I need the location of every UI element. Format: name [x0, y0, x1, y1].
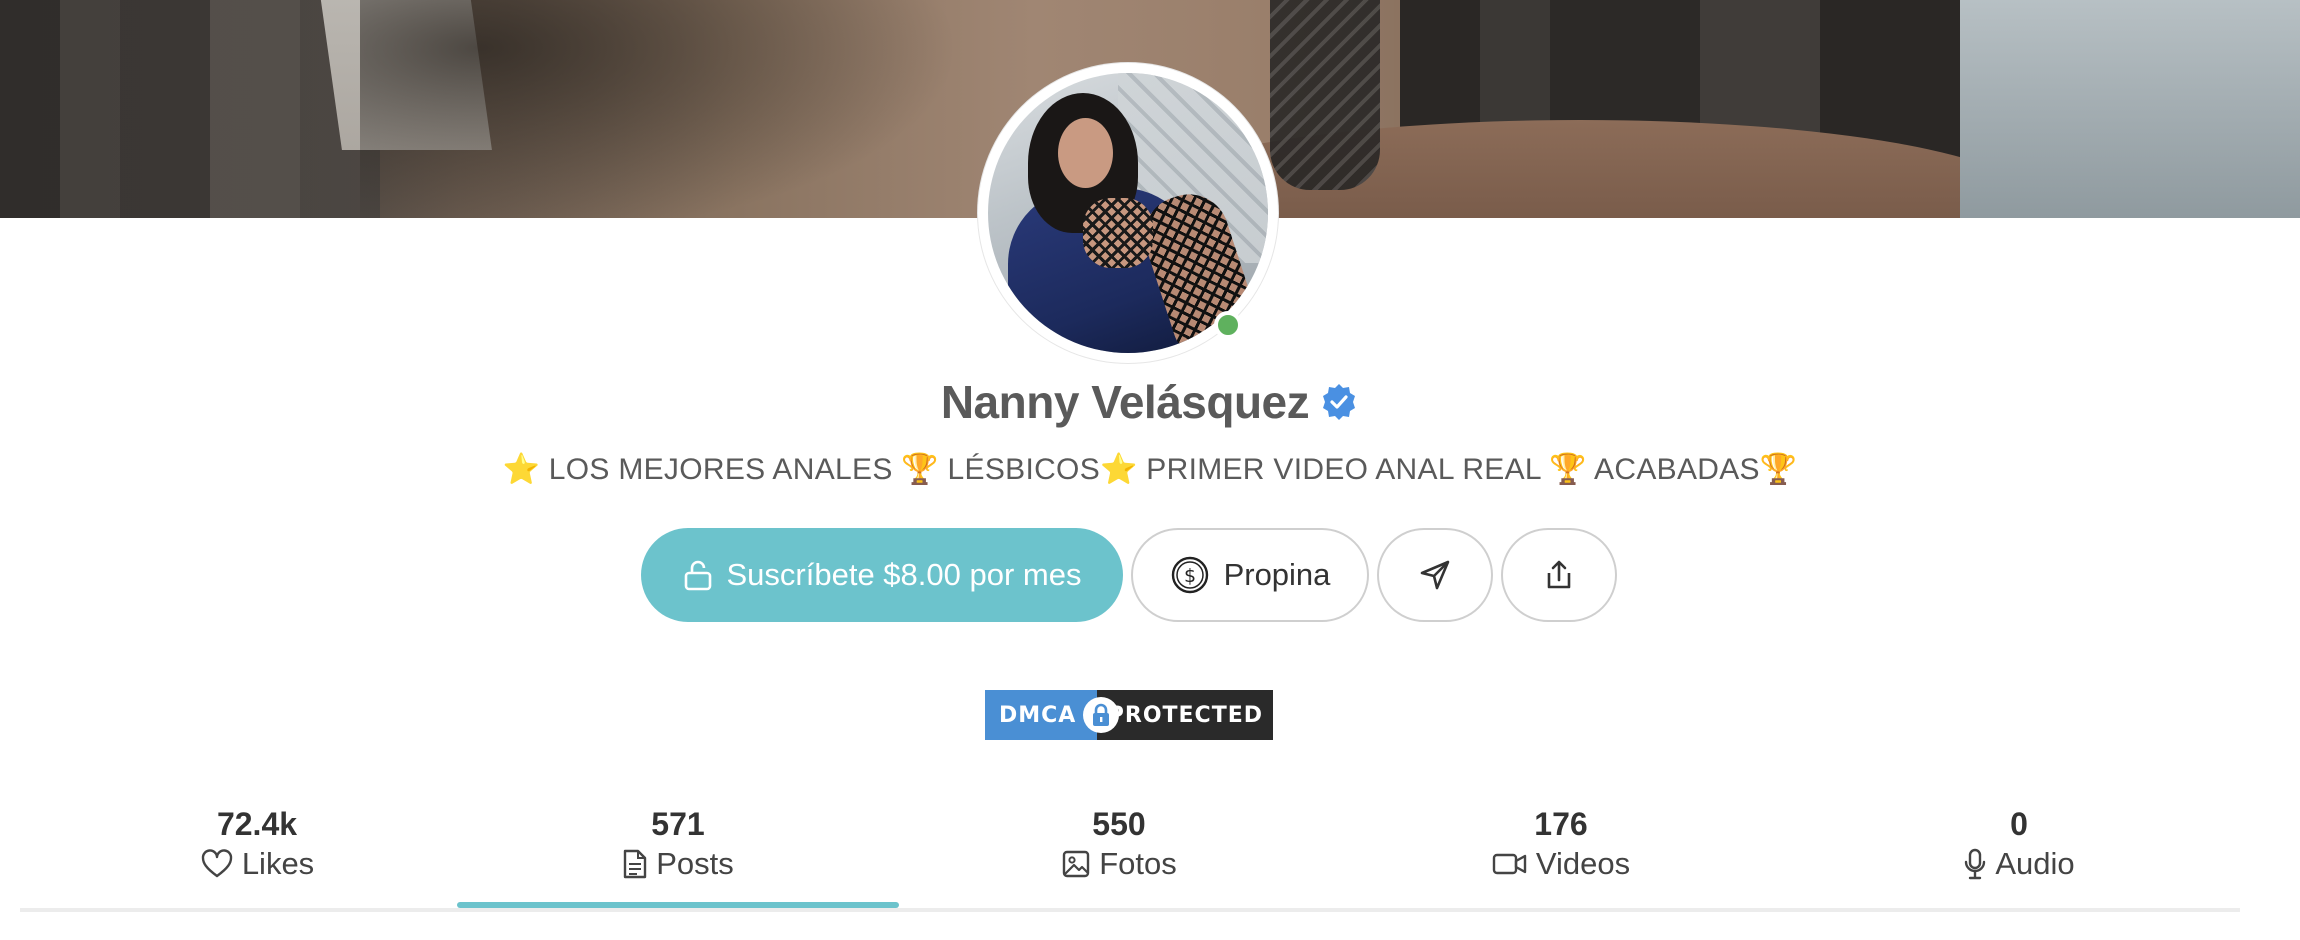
lock-icon [1083, 697, 1119, 733]
videos-label: Videos [1535, 846, 1631, 881]
tab-videos[interactable]: 176 Videos [1340, 800, 1782, 908]
posts-count: 571 [651, 806, 705, 842]
protected-label: PROTECTED [1097, 690, 1273, 740]
cover-window [1960, 0, 2300, 218]
profile-stats-tabs: 72.4k Likes 571 Posts 550 Fotos 176 Vide… [20, 800, 2240, 912]
likes-count: 72.4k [216, 806, 298, 842]
videos-label-row: Videos [1340, 846, 1782, 882]
videos-count: 176 [1534, 806, 1588, 842]
audio-count: 0 [2010, 806, 2028, 842]
profile-name-row: Nanny Velásquez [0, 372, 2300, 432]
profile-bio: ⭐️ LOS MEJORES ANALES 🏆 LÉSBICOS⭐️ PRIME… [502, 453, 1798, 486]
posts-label-row: Posts [457, 846, 899, 882]
tab-audio[interactable]: 0 Audio [1798, 800, 2240, 908]
profile-name: Nanny Velásquez [940, 376, 1310, 428]
message-button[interactable] [1377, 528, 1493, 622]
tip-button[interactable]: $ Propina [1131, 528, 1369, 622]
likes-label-row: Likes [36, 846, 478, 882]
tab-posts[interactable]: 571 Posts [457, 800, 899, 908]
share-button[interactable] [1501, 528, 1617, 622]
tip-label: Propina [1223, 557, 1331, 592]
svg-text:$: $ [1184, 565, 1196, 587]
dmca-protected-badge[interactable]: DMCA PROTECTED [985, 690, 1273, 740]
video-camera-icon [1492, 853, 1527, 875]
avatar-top [1083, 198, 1153, 268]
subscribe-label: Suscríbete $8.00 por mes [726, 557, 1082, 592]
cover-shadow [360, 0, 960, 218]
likes-label: Likes [241, 846, 315, 881]
document-icon [624, 849, 647, 879]
tab-fotos[interactable]: 550 Fotos [898, 800, 1340, 908]
subscribe-button[interactable]: Suscríbete $8.00 por mes [641, 528, 1123, 622]
tabs-divider [20, 908, 2240, 912]
dollar-coin-icon: $ [1171, 556, 1208, 594]
heart-icon [201, 849, 233, 878]
audio-label-row: Audio [1798, 846, 2240, 882]
tab-likes[interactable]: 72.4k Likes [36, 800, 478, 908]
send-message-icon [1420, 560, 1450, 590]
cover-wall-left [0, 0, 380, 218]
posts-label: Posts [656, 846, 734, 881]
fotos-count: 550 [1092, 806, 1146, 842]
microphone-icon [1965, 848, 1986, 880]
online-status-dot [1214, 311, 1242, 339]
dmca-label: DMCA [985, 690, 1097, 740]
verified-badge-icon [1323, 384, 1356, 420]
audio-label: Audio [1995, 846, 2075, 881]
cover-strap [1270, 0, 1380, 190]
profile-actions: Suscríbete $8.00 por mes $ Propina [0, 528, 2300, 622]
image-icon [1063, 850, 1090, 878]
fotos-label: Fotos [1099, 846, 1177, 881]
unlock-icon [684, 560, 711, 591]
share-icon [1547, 560, 1571, 589]
avatar-face [1058, 118, 1113, 188]
fotos-label-row: Fotos [898, 846, 1340, 882]
